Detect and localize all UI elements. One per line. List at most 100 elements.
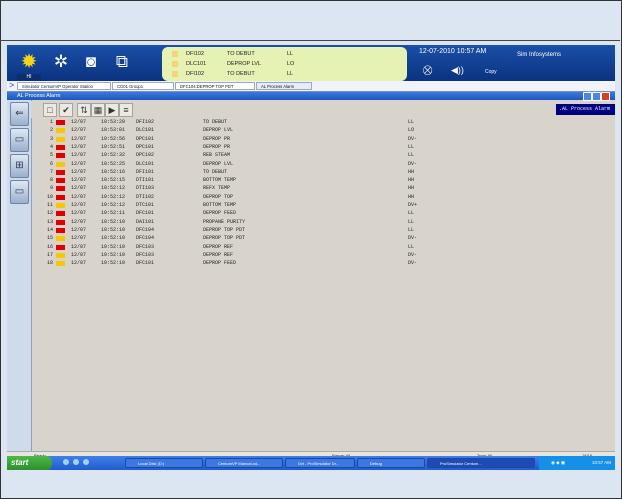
play-icon[interactable]: ▶: [105, 103, 119, 117]
alarm-number: 10: [46, 193, 53, 200]
alarm-priority-mark: [56, 144, 65, 150]
alarm-color-square: [172, 71, 178, 77]
date-time-display: 12-07-2010 10:57 AM: [419, 48, 487, 55]
alarm-row[interactable]: 16 12/07 10:52:10 DFC103 DEPROP REF LL: [31, 243, 615, 251]
alarm-time: 10:52:10: [101, 243, 126, 250]
tray-icons[interactable]: ◉ ◆ ▣: [551, 456, 565, 470]
alarm-description: DEPROP PR: [203, 143, 231, 150]
alarm-condition: HH: [408, 185, 415, 192]
alarm-row[interactable]: 11 12/07 10:52:12 DTC101 BOTTOM TEMP DV+: [31, 201, 615, 209]
window-title-bar: AL Process Alarm: [7, 92, 615, 101]
alarm-number: 14: [46, 226, 53, 233]
acknowledge-check-icon[interactable]: ✔: [59, 103, 73, 117]
alarm-row[interactable]: 14 12/07 10:52:10 DFC104 DEPROP TOP PDT LL: [31, 226, 615, 234]
alarm-row[interactable]: 12 12/07 10:52:11 DFC101 DEPROP FEED LL: [31, 209, 615, 217]
grid-view-button[interactable]: ⊞: [10, 154, 29, 178]
alarm-desc: DEPROP LVL: [227, 61, 262, 67]
alarm-row[interactable]: 8 12/07 10:52:15 DTI101 BOTTOM TEMP HH: [31, 176, 615, 184]
tab-operator-station[interactable]: Simulator CentumVP Operator Station: [17, 82, 111, 90]
tab-group1[interactable]: CG01 Group1: [112, 82, 174, 90]
alarm-date: 12/07: [71, 193, 87, 200]
alarm-row[interactable]: 7 12/07 10:52:16 DFI101 TO DEBUT HH: [31, 168, 615, 176]
alarm-condition: DV-: [408, 260, 418, 267]
alarm-row[interactable]: 13 12/07 10:52:10 DAI101 PROPANE PURITY LL: [31, 218, 615, 226]
alarm-description: DEPROP PR: [203, 135, 231, 142]
taskbar: start Local Disk (D:) CentumVP Manual.od…: [7, 456, 615, 470]
alarm-tag: DTC101: [136, 202, 155, 208]
alarm-row[interactable]: 1 12/07 10:53:29 DFI102 TO DEBUT LL: [31, 118, 615, 126]
start-button[interactable]: start: [7, 456, 52, 470]
alarm-time: 10:52:11: [101, 210, 126, 217]
panel-button[interactable]: ▭: [10, 128, 29, 152]
alarm-date: 12/07: [71, 243, 87, 250]
alarm-number: 13: [46, 218, 53, 225]
alarm-description: DEPROP LVL: [203, 160, 234, 167]
chevron-right-icon[interactable]: >: [9, 80, 14, 90]
alarm-priority-mark: [56, 186, 65, 192]
alarm-row[interactable]: 18 12/07 10:52:10 DFC101 DEPROP FEED DV-: [31, 259, 615, 267]
blank-icon[interactable]: □: [43, 103, 57, 117]
alarm-color-square: [172, 51, 178, 57]
copy-button[interactable]: Copy: [485, 69, 497, 75]
window-tab-bar: > Simulator CentumVP Operator Station CG…: [7, 80, 615, 92]
close-button[interactable]: [601, 92, 610, 101]
alarm-date: 12/07: [71, 177, 87, 184]
task-button[interactable]: ProSimulator Centum...: [427, 458, 535, 468]
alarm-row[interactable]: 4 12/07 10:52:51 DPC101 DEPROP PR LL: [31, 143, 615, 151]
calendar-icon[interactable]: ▦: [91, 103, 105, 117]
alarm-sun-icon[interactable]: ✹ HI: [17, 51, 41, 80]
task-button[interactable]: CentumVP Manual.od...: [205, 458, 283, 468]
alarm-condition: DV-: [408, 135, 418, 142]
task-button[interactable]: Local Disk (D:): [125, 458, 203, 468]
nav-arrow-button[interactable]: ⇐: [10, 102, 29, 126]
alarm-row[interactable]: 3 12/07 10:52:56 DPC101 DEPROP PR DV-: [31, 135, 615, 143]
alarm-date: 12/07: [71, 202, 87, 208]
alarm-window-label: .AL Process Alarm: [556, 104, 615, 115]
vendor-label: Sim Infosystems: [517, 52, 562, 58]
operation-guide-icon[interactable]: ◙: [79, 51, 103, 73]
alarm-priority-mark: [56, 178, 65, 184]
alarm-time: 10:52:32: [101, 152, 126, 159]
alarm-time: 10:52:51: [101, 143, 126, 150]
latest-alarm-panel[interactable]: DFI102 TO DEBUT LL DLC101 DEPROP LVL LO …: [162, 47, 407, 81]
alarm-row[interactable]: 9 12/07 10:52:12 DTI103 REFX TEMP HH: [31, 184, 615, 192]
quicklaunch-icon[interactable]: [73, 459, 79, 465]
alarm-row[interactable]: 15 12/07 10:52:10 DFC104 DEPROP TOP PDT DV-: [31, 234, 615, 242]
alarm-cond: LO: [287, 61, 295, 67]
alarm-description: TO DEBUT: [203, 168, 228, 175]
tab-process-alarm[interactable]: AL Process Alarm: [256, 82, 312, 90]
filter-icon[interactable]: ⇅: [77, 103, 91, 117]
alarm-row[interactable]: 2 12/07 10:53:01 DLC101 DEPROP LVL LO: [31, 126, 615, 134]
alarm-date: 12/07: [71, 210, 87, 217]
minimize-button[interactable]: [583, 92, 592, 101]
alarm-tag: DFI102: [186, 51, 205, 57]
speaker-icon[interactable]: ◀)): [451, 65, 464, 76]
alarm-condition: HH: [408, 168, 415, 175]
operator-screen: ✹ HI ✲ ◙ ⧉ DFI102 TO DEBUT LL DLC101 DEPR…: [7, 45, 615, 470]
list-icon[interactable]: ≡: [119, 103, 133, 117]
panel-button[interactable]: ▭: [10, 180, 29, 204]
alarm-tag: DFC101: [136, 210, 155, 217]
left-toolbar: ⇐ ▭ ⊞ ▭: [7, 100, 32, 460]
alarm-number: 3: [49, 135, 53, 142]
alarm-row[interactable]: 6 12/07 10:52:25 DLC101 DEPROP LVL DV-: [31, 160, 615, 168]
alarm-tag: DPC101: [136, 135, 155, 142]
alarm-desc: TO DEBUT: [227, 51, 255, 57]
alarm-row[interactable]: 10 12/07 10:52:12 DTI102 DEPROP TOP HH: [31, 193, 615, 201]
task-button[interactable]: Debug: [357, 458, 425, 468]
alarm-row[interactable]: 17 12/07 10:52:10 DFC103 DEPROP REF DV-: [31, 251, 615, 259]
alarm-tag: DPC102: [136, 152, 155, 159]
quicklaunch-icon[interactable]: [63, 459, 69, 465]
system-message-header: ✹ HI ✲ ◙ ⧉ DFI102 TO DEBUT LL DLC101 DEPR…: [7, 45, 615, 81]
alarm-priority-mark: [56, 194, 65, 200]
alarm-tag: DLC101: [136, 160, 155, 167]
window-switch-icon[interactable]: ⧉: [110, 51, 134, 73]
task-button[interactable]: Dvt - ProSimulator Dr...: [285, 458, 355, 468]
alarm-row[interactable]: 5 12/07 10:52:32 DPC102 REB STEAM LL: [31, 151, 615, 159]
maximize-button[interactable]: [592, 92, 601, 101]
buzzer-off-icon[interactable]: ⛒: [423, 65, 432, 76]
tab-dfc104[interactable]: DFC104:DEPROP TOP PDT: [175, 82, 255, 90]
system-alarm-icon[interactable]: ✲: [49, 51, 73, 73]
quicklaunch-icon[interactable]: [83, 459, 89, 465]
alarm-number: 1: [49, 119, 53, 125]
